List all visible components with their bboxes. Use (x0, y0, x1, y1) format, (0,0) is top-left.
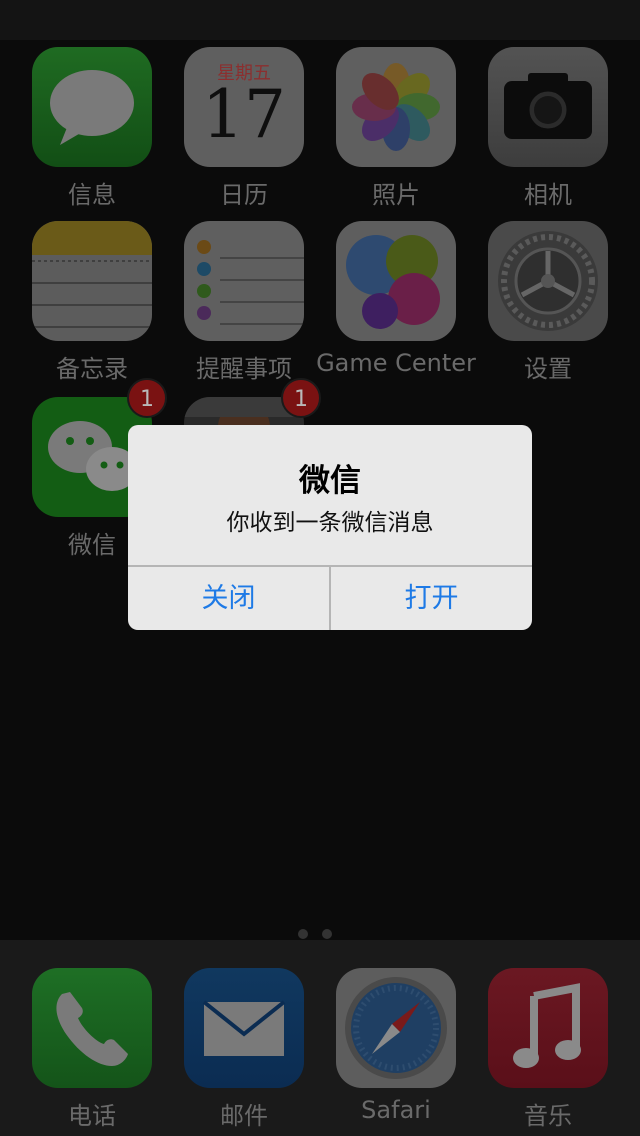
notification-alert: 微信 你收到一条微信消息 关闭 打开 (128, 425, 532, 630)
app-label: 相机 (524, 181, 572, 209)
app-label: 设置 (524, 355, 572, 383)
game-center-icon (336, 221, 456, 341)
page-dot (322, 929, 332, 939)
app-label: 日历 (220, 181, 268, 209)
app-label: 邮件 (220, 1102, 268, 1130)
app-label: 电话 (68, 1102, 116, 1130)
alert-title: 微信 (299, 463, 361, 499)
app-phone[interactable]: 电话 (22, 968, 162, 1136)
app-calendar[interactable]: 星期五 17 日历 (174, 47, 314, 217)
app-settings[interactable]: 设置 (478, 221, 618, 391)
app-label: 音乐 (524, 1102, 572, 1130)
open-button[interactable]: 打开 (331, 567, 532, 630)
reminders-icon (184, 221, 304, 341)
home-screen: 信息 星期五 17 日历 照片 相机 备忘录 提醒事项 Game Center … (0, 0, 640, 1136)
dock: 电话 邮件 Safari 音乐 (0, 940, 640, 1136)
status-bar (0, 0, 640, 40)
app-music[interactable]: 音乐 (478, 968, 618, 1136)
app-game-center[interactable]: Game Center (316, 221, 476, 391)
app-photos[interactable]: 照片 (326, 47, 466, 217)
calendar-date: 17 (202, 76, 286, 153)
app-notes[interactable]: 备忘录 (22, 221, 162, 391)
notes-icon (32, 221, 152, 341)
app-messages[interactable]: 信息 (22, 47, 162, 217)
camera-icon (488, 47, 608, 167)
settings-icon (488, 221, 608, 341)
app-mail[interactable]: 邮件 (174, 968, 314, 1136)
calendar-icon: 星期五 17 (184, 47, 304, 167)
app-label: 信息 (68, 181, 116, 209)
app-safari[interactable]: Safari (326, 968, 466, 1136)
phone-icon (32, 968, 152, 1088)
app-label: Safari (361, 1096, 431, 1124)
music-icon (488, 968, 608, 1088)
notification-badge: 1 (127, 378, 167, 418)
app-reminders[interactable]: 提醒事项 (174, 221, 314, 391)
notification-badge: 1 (281, 378, 321, 418)
safari-icon (336, 968, 456, 1088)
app-label: 照片 (372, 181, 420, 209)
app-camera[interactable]: 相机 (478, 47, 618, 217)
mail-icon (184, 968, 304, 1088)
alert-message: 你收到一条微信消息 (226, 510, 434, 536)
close-button[interactable]: 关闭 (128, 567, 329, 630)
messages-icon (32, 47, 152, 167)
app-label: Game Center (316, 349, 476, 377)
photos-icon (336, 47, 456, 167)
page-dot (298, 929, 308, 939)
